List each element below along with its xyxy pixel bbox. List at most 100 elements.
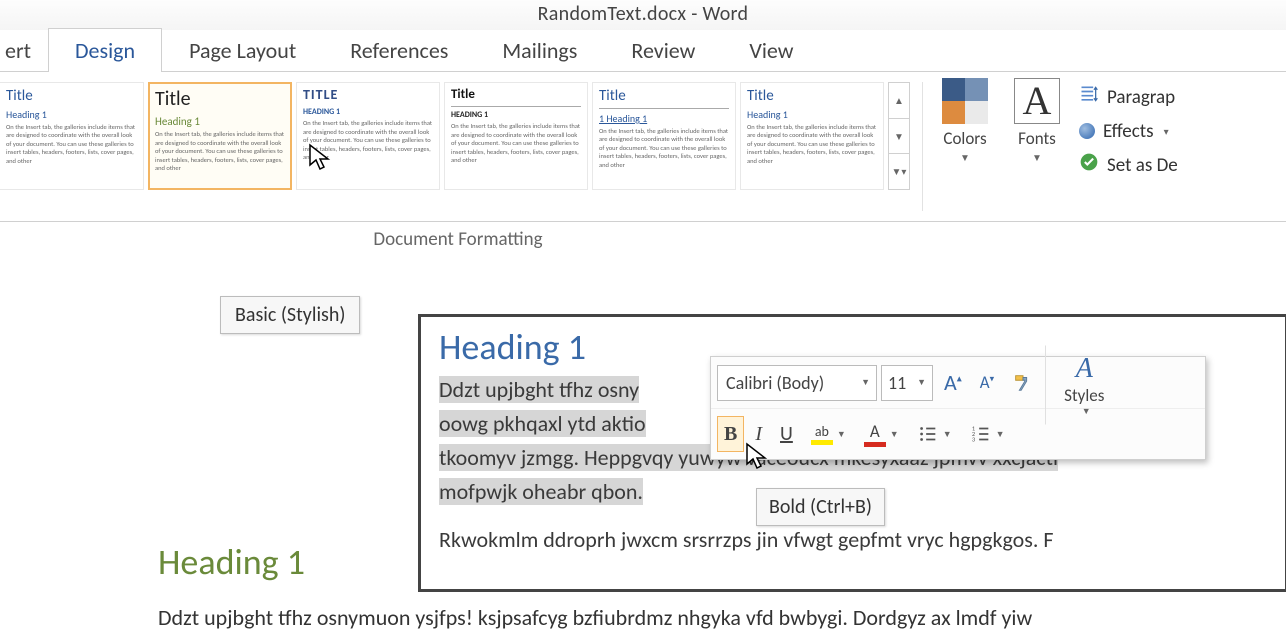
chevron-down-icon: ▼ — [861, 377, 870, 388]
tab-page-layout[interactable]: Page Layout — [162, 28, 323, 72]
theme-thumb[interactable]: Title Heading 1 On the Insert tab, the gal… — [148, 82, 292, 190]
theme-heading: 1 Heading 1 — [599, 113, 729, 125]
check-circle-icon — [1079, 152, 1099, 178]
highlight-button[interactable]: ab ▼ — [804, 416, 853, 452]
theme-thumb[interactable]: Title1 Heading 1On the Insert tab, the g… — [592, 82, 736, 190]
set-as-default-button[interactable]: Set as De — [1079, 148, 1178, 182]
group-label-doc-formatting: Document Formatting — [373, 228, 542, 251]
theme-thumb[interactable]: Title HEADING 1On the Insert tab, the gal… — [444, 82, 588, 190]
theme-title: Title — [747, 87, 877, 105]
bullets-button[interactable]: ▼ — [910, 416, 959, 452]
document-heading: Heading 1 — [158, 540, 305, 584]
ribbon-tabs: ert Design Page Layout References Mailin… — [0, 30, 1286, 72]
theme-heading: Heading 1 — [6, 109, 137, 121]
paragraph-spacing-button[interactable]: Paragrap — [1079, 80, 1178, 114]
theme-lorem: On the Insert tab, the galleries include… — [747, 123, 877, 165]
chevron-down-icon: ▼ — [890, 429, 899, 440]
paragraph-spacing-label: Paragrap — [1107, 86, 1175, 109]
tab-review[interactable]: Review — [604, 28, 722, 72]
theme-heading: HEADING 1 — [451, 111, 581, 121]
format-painter-icon — [1012, 372, 1034, 394]
shrink-font-button[interactable]: A▾ — [973, 365, 1001, 401]
font-family-combo[interactable]: Calibri (Body) ▼ — [717, 365, 877, 401]
effects-label: Effects — [1103, 120, 1154, 143]
theme-title: Title — [451, 87, 581, 103]
ribbon: Title Heading 1 On the Insert tab, the gal… — [0, 72, 1286, 222]
underline-icon: U — [780, 422, 793, 446]
gallery-up[interactable]: ▲ — [889, 83, 909, 118]
tab-mailings[interactable]: Mailings — [475, 28, 604, 72]
chevron-down-icon: ▼ — [996, 429, 1005, 440]
ribbon-right-group: Paragrap Effects ▾ Set as De — [1073, 72, 1178, 221]
bold-tooltip: Bold (Ctrl+B) — [756, 488, 885, 526]
effects-button[interactable]: Effects ▾ — [1079, 114, 1178, 148]
preview-text: Rkwokmlm ddroprh jwxcm srsrrzps jin vfwg… — [439, 526, 1054, 553]
set-as-default-label: Set as De — [1107, 154, 1178, 177]
bullets-icon — [917, 423, 939, 445]
gallery-spinner: ▲ ▼ ▼▾ — [888, 82, 910, 190]
theme-lorem: On the Insert tab, the galleries include… — [155, 130, 285, 172]
theme-lorem: On the Insert tab, the galleries include… — [451, 122, 581, 164]
tab-references[interactable]: References — [323, 28, 475, 72]
italic-button[interactable]: I — [748, 416, 769, 452]
theme-thumb[interactable]: TITLEHEADING 1On the Insert tab, the gal… — [296, 82, 440, 190]
separator — [922, 82, 923, 211]
fonts-label: Fonts — [1018, 128, 1056, 149]
effects-icon — [1079, 123, 1095, 139]
chevron-down-icon: ▼ — [960, 151, 970, 164]
bold-button[interactable]: B — [717, 416, 744, 452]
font-color-icon: A — [864, 421, 886, 447]
document-body-line: Ddzt upjbght tfhz osnymuon ysjfps! ksjps… — [158, 604, 1032, 631]
chevron-down-icon: ▾ — [1164, 125, 1169, 138]
preview-text: mofpwjk oheabr qbon. — [439, 478, 643, 505]
theme-title: TITLE — [303, 87, 433, 104]
highlight-icon: ab — [811, 423, 833, 445]
fonts-icon: A — [1014, 78, 1060, 124]
window-title: RandomText.docx - Word — [538, 2, 749, 26]
theme-thumb[interactable]: Title Heading 1 On the Insert tab, the gal… — [0, 82, 144, 190]
fonts-button[interactable]: A Fonts ▼ — [1001, 72, 1073, 221]
gallery-down[interactable]: ▼ — [889, 118, 909, 154]
chevron-down-icon: ▼ — [1082, 406, 1091, 417]
chevron-down-icon: ▼ — [1032, 151, 1042, 164]
colors-button[interactable]: Colors ▼ — [929, 72, 1001, 221]
theme-title: Title — [155, 87, 285, 111]
italic-icon: I — [755, 423, 762, 446]
grow-font-button[interactable]: A▴ — [937, 365, 969, 401]
theme-lorem: On the Insert tab, the galleries include… — [303, 119, 433, 161]
numbering-icon: 123 — [970, 423, 992, 445]
theme-title: Title — [6, 87, 137, 105]
tab-view[interactable]: View — [722, 28, 820, 72]
gallery-more[interactable]: ▼▾ — [889, 153, 909, 189]
chevron-down-icon: ▼ — [837, 429, 846, 440]
preview-text: Ddzt upjbght tfhz osny — [439, 376, 639, 403]
theme-gallery: Title Heading 1 On the Insert tab, the gal… — [0, 72, 916, 221]
theme-lorem: On the Insert tab, the galleries include… — [6, 123, 137, 165]
styles-icon: A — [1076, 353, 1093, 385]
underline-button[interactable]: U — [773, 416, 800, 452]
svg-text:3: 3 — [971, 435, 974, 443]
chevron-down-icon: ▼ — [943, 429, 952, 440]
font-size-value: 11 — [888, 372, 906, 394]
theme-tooltip: Basic (Stylish) — [220, 296, 360, 334]
theme-thumb[interactable]: Title Heading 1 On the Insert tab, the gal… — [740, 82, 884, 190]
chevron-down-icon: ▼ — [917, 377, 926, 388]
numbering-button[interactable]: 123 ▼ — [963, 416, 1012, 452]
tab-insert[interactable]: ert — [0, 28, 48, 72]
styles-label: Styles — [1054, 385, 1114, 406]
format-painter-button[interactable] — [1005, 365, 1041, 401]
tab-design[interactable]: Design — [48, 28, 162, 72]
theme-title: Title — [599, 87, 729, 105]
theme-heading: Heading 1 — [155, 115, 285, 128]
bold-icon: B — [724, 423, 737, 446]
preview-text: oowg pkhqaxl ytd aktio — [439, 410, 646, 437]
font-family-value: Calibri (Body) — [726, 372, 824, 394]
colors-icon — [942, 78, 988, 124]
colors-label: Colors — [943, 128, 986, 149]
font-color-button[interactable]: A▼ — [857, 416, 906, 452]
font-size-combo[interactable]: 11 ▼ — [881, 365, 933, 401]
styles-split-button[interactable]: A Styles▼ — [1045, 345, 1123, 425]
paragraph-spacing-icon — [1079, 84, 1099, 110]
theme-heading: Heading 1 — [747, 109, 877, 121]
title-bar: RandomText.docx - Word — [0, 0, 1286, 30]
